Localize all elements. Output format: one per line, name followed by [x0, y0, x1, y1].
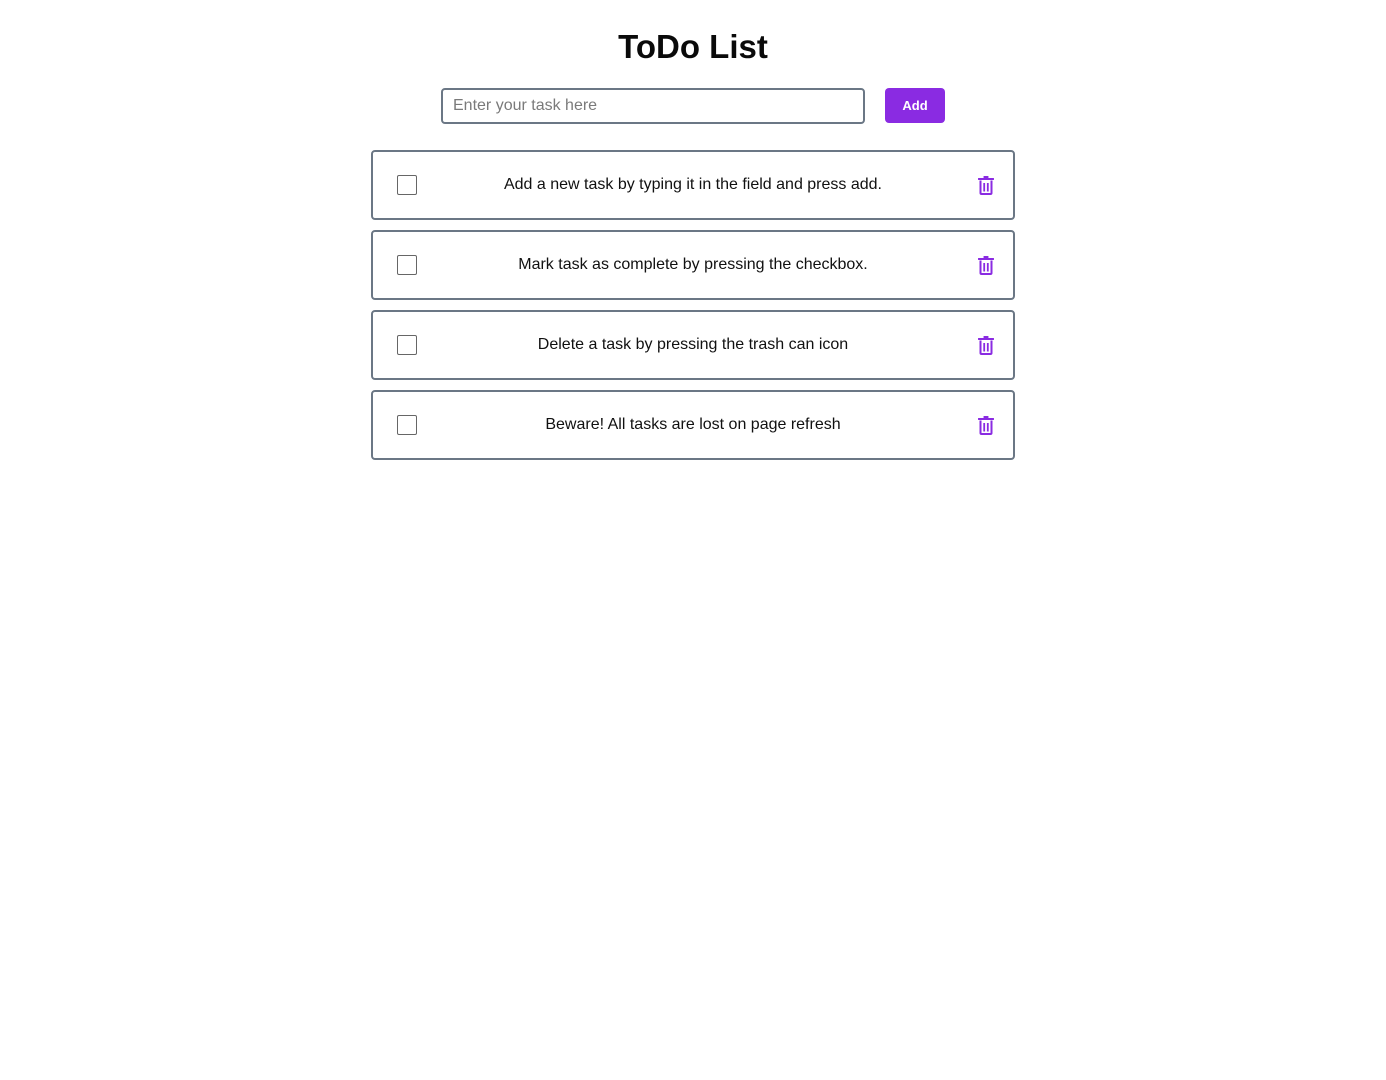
task-checkbox[interactable]: [397, 335, 417, 355]
task-input[interactable]: [441, 88, 865, 124]
todo-page: ToDo List Add Add a new task by typing i…: [0, 0, 1386, 1080]
delete-task-button[interactable]: [975, 414, 997, 436]
task-text: Beware! All tasks are lost on page refre…: [545, 416, 841, 433]
task-item: Mark task as complete by pressing the ch…: [371, 230, 1015, 300]
delete-task-button[interactable]: [975, 334, 997, 356]
task-item: Delete a task by pressing the trash can …: [371, 310, 1015, 380]
task-item: Beware! All tasks are lost on page refre…: [371, 390, 1015, 460]
task-item: Add a new task by typing it in the field…: [371, 150, 1015, 220]
delete-task-button[interactable]: [975, 254, 997, 276]
task-text: Delete a task by pressing the trash can …: [537, 336, 849, 353]
trash-icon: [978, 256, 994, 275]
task-checkbox[interactable]: [397, 415, 417, 435]
task-list: Add a new task by typing it in the field…: [371, 150, 1015, 470]
add-task-form: Add: [441, 88, 945, 124]
trash-icon: [978, 336, 994, 355]
task-checkbox[interactable]: [397, 175, 417, 195]
trash-icon: [978, 176, 994, 195]
page-title: ToDo List: [618, 28, 768, 65]
add-button[interactable]: Add: [885, 88, 945, 123]
trash-icon: [978, 416, 994, 435]
task-checkbox[interactable]: [397, 255, 417, 275]
task-text: Mark task as complete by pressing the ch…: [518, 256, 868, 273]
delete-task-button[interactable]: [975, 174, 997, 196]
task-text: Add a new task by typing it in the field…: [503, 176, 882, 193]
